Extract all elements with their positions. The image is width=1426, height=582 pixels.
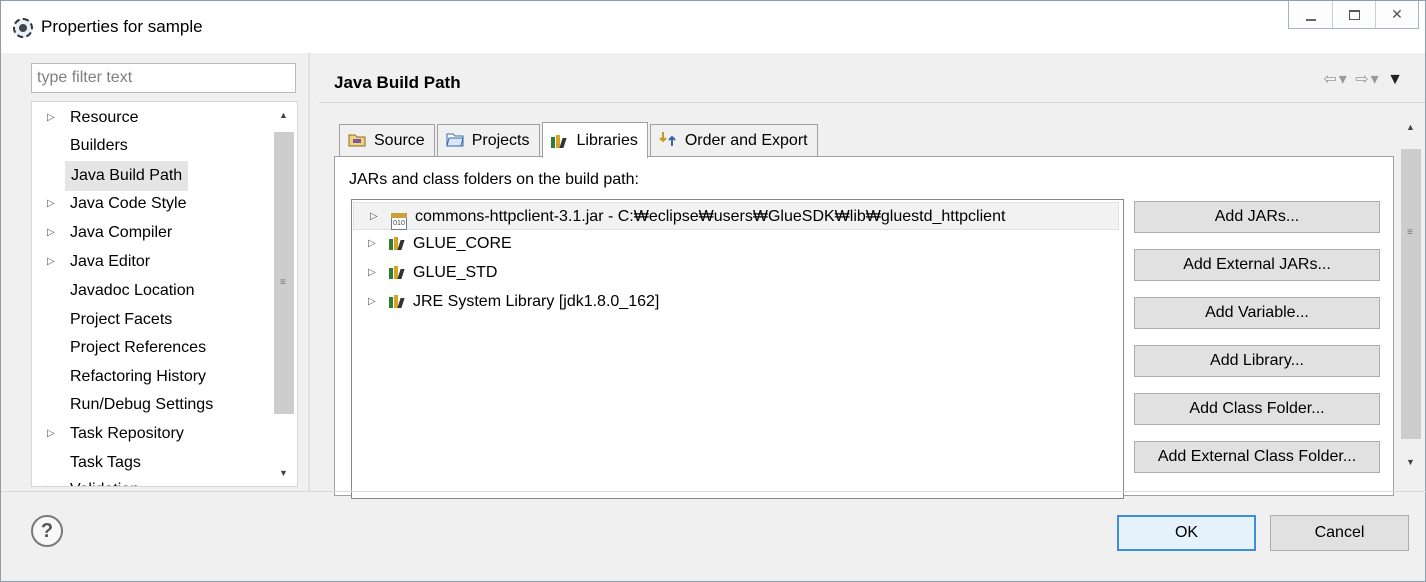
expand-arrow-icon[interactable]: ▷: [47, 219, 55, 247]
window-controls: ✕: [1288, 1, 1419, 29]
view-menu-icon[interactable]: ▼: [1387, 71, 1405, 88]
scroll-down-arrow-icon[interactable]: ▼: [279, 468, 288, 478]
property-page-tree: ▷ Resource Builders Java Build Path ▷ Ja…: [31, 101, 298, 487]
window-title: Properties for sample: [41, 17, 203, 36]
library-entry-commons-httpclient[interactable]: ▷ 010 commons-httpclient-3.1.jar - C:₩ec…: [353, 202, 1119, 230]
back-menu-icon[interactable]: ▾: [1339, 71, 1349, 88]
tab-order-and-export[interactable]: Order and Export: [649, 124, 818, 157]
minimize-button[interactable]: [1289, 1, 1332, 28]
expand-arrow-icon[interactable]: ▷: [47, 420, 55, 448]
jar-icon: 010: [391, 203, 407, 231]
source-folder-icon: [348, 132, 366, 151]
add-external-jars-button[interactable]: Add External JARs...: [1134, 249, 1380, 281]
scroll-thumb[interactable]: ≡: [1401, 149, 1421, 439]
expand-arrow-icon[interactable]: ▷: [47, 190, 55, 218]
expand-arrow-icon[interactable]: ▷: [47, 476, 55, 486]
page-scrollbar[interactable]: ▲ ≡ ▼: [1398, 114, 1424, 489]
add-library-button[interactable]: Add Library...: [1134, 345, 1380, 377]
history-navigation: ⇦▾ ⇨▾ ▼: [1323, 69, 1405, 89]
build-path-tabs: Source Projects Libraries Order and Expo…: [339, 122, 820, 158]
library-icon: [389, 288, 407, 316]
expand-arrow-icon[interactable]: ▷: [368, 288, 376, 316]
scroll-up-arrow-icon[interactable]: ▲: [279, 110, 288, 120]
tab-source[interactable]: Source: [339, 124, 435, 157]
tab-libraries[interactable]: Libraries: [541, 122, 648, 158]
title-bar: Properties for sample ✕: [1, 1, 1425, 53]
expand-arrow-icon[interactable]: ▷: [47, 248, 55, 276]
order-export-icon: [659, 131, 677, 151]
expand-arrow-icon[interactable]: ▷: [47, 104, 55, 132]
add-variable-button[interactable]: Add Variable...: [1134, 297, 1380, 329]
expand-arrow-icon[interactable]: ▷: [368, 259, 376, 287]
header-divider: [319, 102, 1425, 103]
scroll-thumb[interactable]: ≡: [274, 132, 294, 414]
libraries-tree: ▷ 010 commons-httpclient-3.1.jar - C:₩ec…: [351, 199, 1124, 499]
close-button[interactable]: ✕: [1375, 1, 1418, 28]
scroll-down-arrow-icon[interactable]: ▼: [1406, 457, 1415, 467]
library-icon: [389, 259, 407, 287]
library-books-icon: [550, 132, 569, 150]
grip-icon: ≡: [280, 277, 286, 288]
minimize-icon: [1305, 18, 1316, 21]
properties-dialog: Properties for sample ✕ ▷ Resource Build…: [0, 0, 1426, 582]
grip-icon: ≡: [1407, 227, 1413, 238]
eclipse-app-icon: [13, 18, 33, 38]
scroll-up-arrow-icon[interactable]: ▲: [1406, 122, 1415, 132]
add-class-folder-button[interactable]: Add Class Folder...: [1134, 393, 1380, 425]
ok-button[interactable]: OK: [1117, 515, 1256, 551]
expand-arrow-icon[interactable]: ▷: [368, 230, 376, 258]
expand-arrow-icon[interactable]: ▷: [370, 203, 378, 231]
panel-splitter[interactable]: [308, 53, 310, 491]
forward-menu-icon[interactable]: ▾: [1371, 71, 1381, 88]
maximize-button[interactable]: [1332, 1, 1375, 28]
cancel-button[interactable]: Cancel: [1270, 515, 1409, 551]
back-arrow-icon[interactable]: ⇦: [1323, 71, 1338, 88]
close-icon: ✕: [1391, 6, 1403, 22]
projects-folder-icon: [446, 132, 464, 151]
forward-arrow-icon[interactable]: ⇨: [1355, 71, 1370, 88]
add-external-class-folder-button[interactable]: Add External Class Folder...: [1134, 441, 1380, 473]
footer-divider: [1, 491, 1426, 492]
filter-input[interactable]: [31, 63, 296, 93]
tab-projects[interactable]: Projects: [436, 124, 540, 157]
libraries-description: JARs and class folders on the build path…: [349, 171, 639, 188]
library-icon: [389, 230, 407, 258]
page-title: Java Build Path: [334, 73, 461, 92]
add-jars-button[interactable]: Add JARs...: [1134, 201, 1380, 233]
nav-tree-scrollbar[interactable]: ▲ ≡ ▼: [272, 106, 296, 482]
maximize-icon: [1348, 9, 1360, 20]
help-icon[interactable]: ?: [31, 515, 63, 547]
